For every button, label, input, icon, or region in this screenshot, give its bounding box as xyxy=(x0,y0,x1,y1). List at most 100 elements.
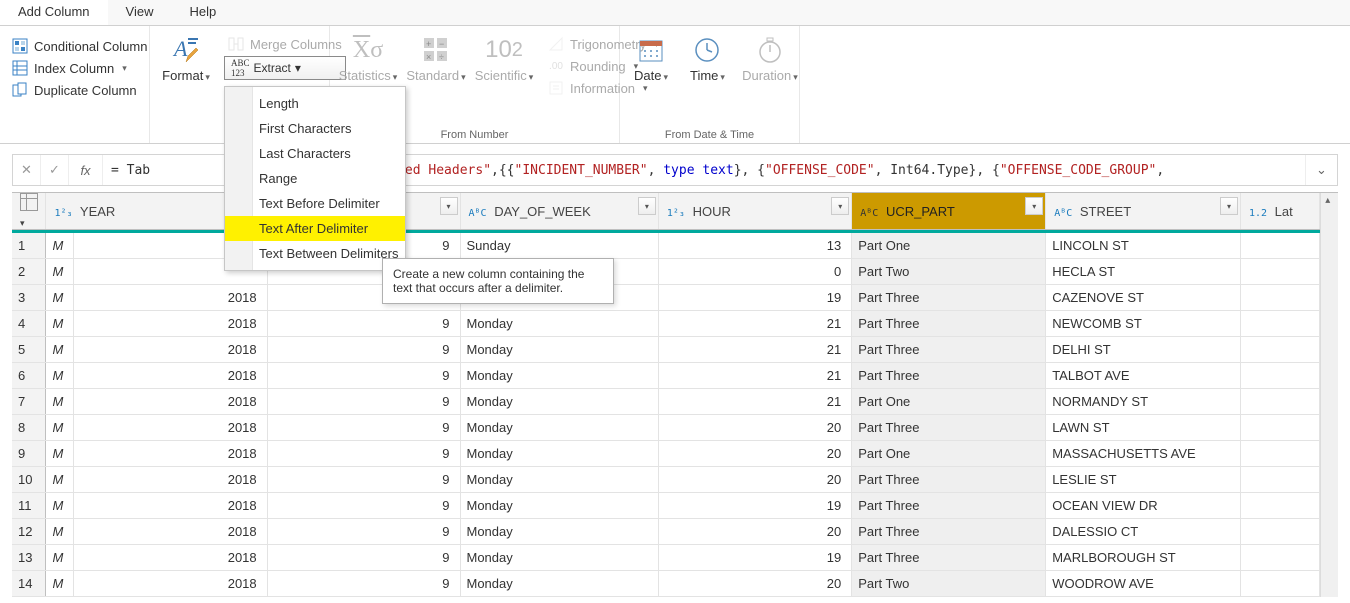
cell-street: LESLIE ST xyxy=(1046,467,1241,493)
table-row[interactable]: 5M20189Monday21Part ThreeDELHI ST xyxy=(12,337,1320,363)
col-header-street[interactable]: AᴮC STREET ▾ xyxy=(1046,193,1241,230)
cell-lat xyxy=(1240,363,1319,389)
duration-button[interactable]: Duration xyxy=(741,30,799,87)
vertical-scrollbar[interactable] xyxy=(1320,193,1338,597)
formula-confirm-button[interactable]: ✓ xyxy=(41,155,69,185)
cell-street: MASSACHUSETTS AVE xyxy=(1046,441,1241,467)
cell-lat xyxy=(1240,519,1319,545)
col-header-lat[interactable]: 1.2 Lat xyxy=(1240,193,1319,230)
table-row[interactable]: 6M20189Monday21Part ThreeTALBOT AVE xyxy=(12,363,1320,389)
dd-text-between-delimiters[interactable]: Text Between Delimiters xyxy=(225,241,405,266)
conditional-column-label: Conditional Column xyxy=(34,39,147,54)
tab-help[interactable]: Help xyxy=(172,0,235,25)
dd-length[interactable]: Length xyxy=(225,91,405,116)
cell-m: M xyxy=(46,389,74,415)
filter-icon[interactable]: ▾ xyxy=(1220,197,1238,215)
table-row[interactable]: 14M20189Monday20Part TwoWOODROW AVE xyxy=(12,571,1320,597)
cell-street: OCEAN VIEW DR xyxy=(1046,493,1241,519)
cell-year: 2018 xyxy=(74,441,267,467)
cell-lat xyxy=(1240,493,1319,519)
col-header-hour[interactable]: 1²₃ HOUR ▾ xyxy=(658,193,851,230)
dd-text-before-delimiter[interactable]: Text Before Delimiter xyxy=(225,191,405,216)
table-row[interactable]: 13M20189Monday19Part ThreeMARLBOROUGH ST xyxy=(12,545,1320,571)
filter-icon[interactable]: ▾ xyxy=(831,197,849,215)
filter-icon[interactable]: ▾ xyxy=(1025,197,1043,215)
format-button[interactable]: A Format xyxy=(158,30,214,87)
svg-text:A: A xyxy=(172,36,188,61)
conditional-column-button[interactable]: Conditional Column xyxy=(8,36,141,56)
cell-m: M xyxy=(46,363,74,389)
row-number: 6 xyxy=(12,363,46,389)
cell-m: M xyxy=(46,233,74,259)
cell-month: 9 xyxy=(267,571,460,597)
information-icon xyxy=(548,80,564,96)
formula-seg-8: "OFFENSE_CODE_GROUP" xyxy=(1000,163,1157,178)
cell-m: M xyxy=(46,545,74,571)
dd-last-characters[interactable]: Last Characters xyxy=(225,141,405,166)
table-row[interactable]: 11M20189Monday19Part ThreeOCEAN VIEW DR xyxy=(12,493,1320,519)
cell-year: 2018 xyxy=(74,467,267,493)
duplicate-column-button[interactable]: Duplicate Column xyxy=(8,80,141,100)
cell-hour: 20 xyxy=(658,441,851,467)
cell-street: NEWCOMB ST xyxy=(1046,311,1241,337)
index-column-button[interactable]: Index Column xyxy=(8,58,141,78)
table-row[interactable]: 7M20189Monday21Part OneNORMANDY ST xyxy=(12,389,1320,415)
statistics-label: Statistics xyxy=(339,68,398,83)
cell-ucr: Part One xyxy=(852,441,1046,467)
row-number: 14 xyxy=(12,571,46,597)
table-row[interactable]: 1M9Sunday13Part OneLINCOLN ST xyxy=(12,233,1320,259)
row-number: 5 xyxy=(12,337,46,363)
tab-view[interactable]: View xyxy=(108,0,172,25)
scientific-button[interactable]: 102 Scientific xyxy=(474,30,534,87)
col-header-day-label: DAY_OF_WEEK xyxy=(494,204,591,219)
table-row[interactable]: 2M0Part TwoHECLA ST xyxy=(12,259,1320,285)
cell-hour: 21 xyxy=(658,389,851,415)
cell-hour: 19 xyxy=(658,545,851,571)
table-row[interactable]: 3M201819Part ThreeCAZENOVE ST xyxy=(12,285,1320,311)
cell-lat xyxy=(1240,389,1319,415)
extract-button[interactable]: ABC123 Extract ▾ xyxy=(224,56,346,80)
cell-month: 9 xyxy=(267,415,460,441)
tab-add-column[interactable]: Add Column xyxy=(0,0,108,25)
table-row[interactable]: 4M20189Monday21Part ThreeNEWCOMB ST xyxy=(12,311,1320,337)
date-button[interactable]: Date xyxy=(628,30,674,87)
cell-m: M xyxy=(46,285,74,311)
cell-ucr: Part Three xyxy=(852,337,1046,363)
table-row[interactable]: 8M20189Monday20Part ThreeLAWN ST xyxy=(12,415,1320,441)
time-button[interactable]: Time xyxy=(684,30,731,87)
dd-first-characters[interactable]: First Characters xyxy=(225,116,405,141)
col-header-ucr-part[interactable]: AᴮC UCR_PART ▾ xyxy=(852,193,1046,230)
formula-cancel-button[interactable]: ✕ xyxy=(13,155,41,185)
close-icon: ✕ xyxy=(21,162,32,178)
cell-year: 2018 xyxy=(74,363,267,389)
extract-label: Extract xyxy=(254,61,291,75)
formula-expand-button[interactable]: ⌄ xyxy=(1305,155,1337,185)
cell-m: M xyxy=(46,415,74,441)
dd-range[interactable]: Range xyxy=(225,166,405,191)
cell-street: LAWN ST xyxy=(1046,415,1241,441)
col-header-day[interactable]: AᴮC DAY_OF_WEEK ▾ xyxy=(460,193,658,230)
svg-text:×: × xyxy=(426,52,431,62)
standard-button[interactable]: +−×÷ Standard xyxy=(408,30,464,87)
statistics-button[interactable]: Χσ Statistics xyxy=(338,30,398,87)
scientific-exp: 2 xyxy=(512,39,523,62)
filter-icon[interactable]: ▾ xyxy=(440,197,458,215)
type-text-icon: AᴮC xyxy=(469,208,487,219)
row-number: 10 xyxy=(12,467,46,493)
dd-text-after-delimiter[interactable]: Text After Delimiter xyxy=(225,216,405,241)
table-row[interactable]: 10M20189Monday20Part ThreeLESLIE ST xyxy=(12,467,1320,493)
table-corner[interactable]: ▾ xyxy=(12,193,46,230)
filter-icon[interactable]: ▾ xyxy=(638,197,656,215)
cell-m: M xyxy=(46,311,74,337)
table-row[interactable]: 12M20189Monday20Part ThreeDALESSIO CT xyxy=(12,519,1320,545)
table-row[interactable]: 9M20189Monday20Part OneMASSACHUSETTS AVE xyxy=(12,441,1320,467)
type-number-icon: 1²₃ xyxy=(667,208,685,219)
merge-columns-label: Merge Columns xyxy=(250,37,342,52)
formula-seg-9: , xyxy=(1156,163,1164,178)
time-label: Time xyxy=(690,68,725,83)
cell-m: M xyxy=(46,337,74,363)
cell-ucr: Part Three xyxy=(852,545,1046,571)
col-header-street-label: STREET xyxy=(1080,204,1131,219)
cell-street: CAZENOVE ST xyxy=(1046,285,1241,311)
cell-day: Monday xyxy=(460,363,658,389)
